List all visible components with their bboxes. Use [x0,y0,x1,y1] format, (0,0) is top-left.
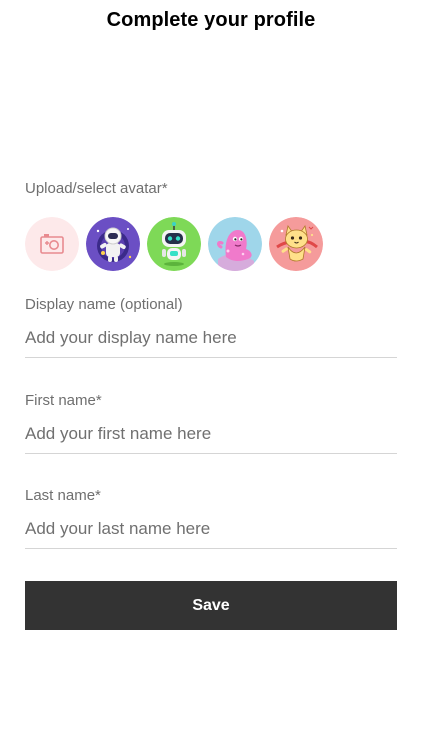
first-name-label: First name* [25,392,102,409]
avatar-option-astronaut[interactable] [86,217,140,271]
camera-icon [25,217,79,271]
avatar-option-pink-monster[interactable] [208,217,262,271]
last-name-divider [25,548,397,549]
display-name-label: Display name (optional) [25,296,183,313]
last-name-input[interactable] [25,512,397,546]
astronaut-icon [86,217,140,271]
first-name-divider [25,453,397,454]
first-name-input[interactable] [25,417,397,451]
display-name-divider [25,357,397,358]
cat-icon [269,217,323,271]
avatar-section-label: Upload/select avatar* [25,180,168,197]
avatar-picker [25,217,405,271]
save-button[interactable]: Save [25,581,397,630]
display-name-input[interactable] [25,321,397,355]
avatar-upload-button[interactable] [25,217,79,271]
avatar-option-robot[interactable] [147,217,201,271]
monster-icon [208,217,262,271]
avatar-option-cat[interactable] [269,217,323,271]
robot-icon [147,217,201,271]
last-name-label: Last name* [25,487,101,504]
page-title: Complete your profile [106,9,316,31]
